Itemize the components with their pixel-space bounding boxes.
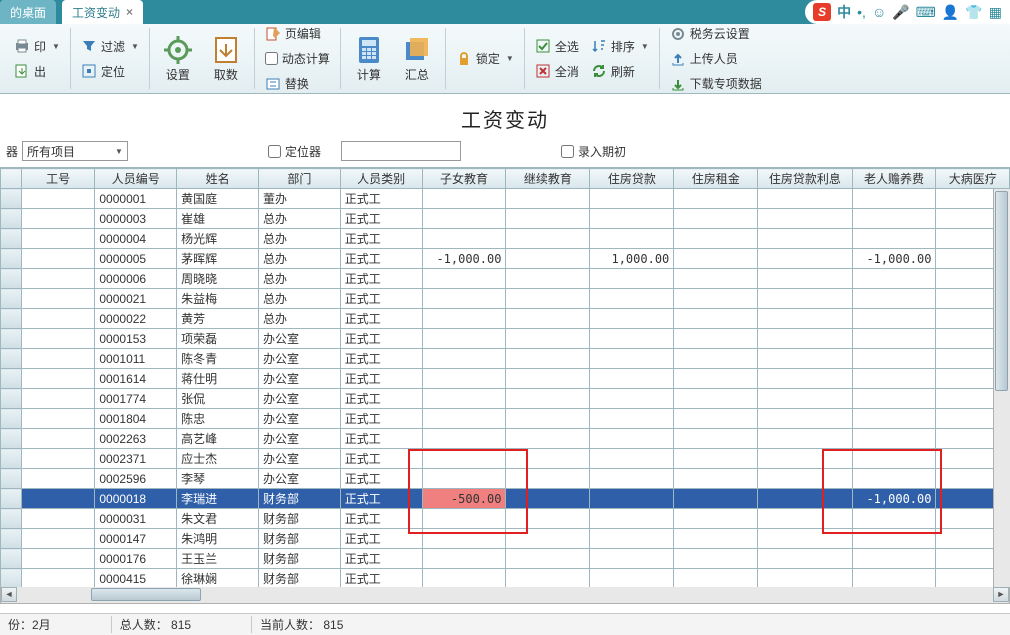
- col-header[interactable]: 老人赡养费: [852, 169, 936, 189]
- col-header[interactable]: [1, 169, 22, 189]
- table-row[interactable]: 0001011陈冬青办公室正式工: [1, 349, 1010, 369]
- table-row[interactable]: 0000022黄芳总办正式工: [1, 309, 1010, 329]
- status-total: 总人数： 815: [111, 616, 191, 633]
- table-row[interactable]: 0001804陈忠办公室正式工: [1, 409, 1010, 429]
- table-row[interactable]: 0000153项荣磊办公室正式工: [1, 329, 1010, 349]
- tab-salary-change[interactable]: 工资变动×: [62, 0, 143, 24]
- table-row[interactable]: 0000176王玉兰财务部正式工: [1, 549, 1010, 569]
- table-row[interactable]: 0000147朱鸿明财务部正式工: [1, 529, 1010, 549]
- col-header[interactable]: 大病医疗: [936, 169, 1010, 189]
- ime-shirt-icon[interactable]: 👕: [965, 4, 982, 21]
- ime-user-icon[interactable]: 👤: [942, 4, 959, 21]
- selnone-button[interactable]: 全消: [531, 61, 583, 82]
- upload-button[interactable]: 上传人员: [666, 48, 766, 69]
- sort-button[interactable]: 排序▼: [587, 36, 653, 57]
- tab-bar: 的桌面 工资变动× S 中 •, ☺ 🎤 ⌨ 👤 👕 ▦: [0, 0, 1010, 24]
- locate-button[interactable]: 定位: [77, 61, 143, 82]
- col-header[interactable]: 人员类别: [340, 169, 422, 189]
- col-header[interactable]: 工号: [21, 169, 94, 189]
- sogou-icon[interactable]: S: [813, 3, 831, 21]
- page-title: 工资变动: [0, 94, 1010, 139]
- table-row[interactable]: 0001614蒋仕明办公室正式工: [1, 369, 1010, 389]
- calc-button[interactable]: 计算: [347, 32, 391, 85]
- col-header[interactable]: 子女教育: [422, 169, 506, 189]
- table-row[interactable]: 0000004杨光辉总办正式工: [1, 229, 1010, 249]
- status-month: 份：2月: [8, 616, 51, 633]
- col-header[interactable]: 姓名: [177, 169, 259, 189]
- col-header[interactable]: 部门: [258, 169, 340, 189]
- filter-button[interactable]: 过滤▼: [77, 36, 143, 57]
- col-header[interactable]: 人员编号: [95, 169, 177, 189]
- ime-zhong[interactable]: 中: [837, 2, 851, 22]
- table-row[interactable]: 0000001黄国庭董办正式工: [1, 189, 1010, 209]
- table-row[interactable]: 0002263高艺峰办公室正式工: [1, 429, 1010, 449]
- col-header[interactable]: 住房贷款: [590, 169, 674, 189]
- table-row[interactable]: 0000005茅晖辉总办正式工-1,000.001,000.00-1,000.0…: [1, 249, 1010, 269]
- ime-emoji-icon[interactable]: ☺: [872, 4, 886, 20]
- selall-button[interactable]: 全选: [531, 36, 583, 57]
- table-row[interactable]: 0002371应士杰办公室正式工: [1, 449, 1010, 469]
- filter-label-trunc: 器: [6, 143, 18, 160]
- table-row[interactable]: 0000415徐琳娴财务部正式工: [1, 569, 1010, 589]
- fetch-button[interactable]: 取数: [204, 32, 248, 85]
- ime-mic-icon[interactable]: 🎤: [892, 4, 909, 21]
- col-header[interactable]: 继续教育: [506, 169, 590, 189]
- print-button[interactable]: 印▼: [10, 36, 64, 57]
- table-row[interactable]: 0000006周晓晓总办正式工: [1, 269, 1010, 289]
- filter-row: 器 所有项目▼ 定位器 录入期初: [0, 139, 1010, 167]
- replace-button[interactable]: 替换: [261, 73, 334, 94]
- tab-desktop[interactable]: 的桌面: [0, 0, 56, 24]
- table-row[interactable]: 0000003崔雄总办正式工: [1, 209, 1010, 229]
- locator-input[interactable]: [341, 141, 461, 161]
- status-bar: 份：2月 总人数： 815 当前人数： 815: [0, 613, 1010, 635]
- settings-button[interactable]: 设置: [156, 32, 200, 85]
- vertical-scrollbar[interactable]: [993, 189, 1010, 587]
- close-icon[interactable]: ×: [126, 5, 133, 19]
- table-row[interactable]: 0000031朱文君财务部正式工: [1, 509, 1010, 529]
- refresh-button[interactable]: 刷新: [587, 61, 653, 82]
- lock-button[interactable]: 锁定▼: [452, 48, 518, 69]
- period-checkbox[interactable]: 录入期初: [561, 143, 626, 160]
- table-row[interactable]: 0002596李琴办公室正式工: [1, 469, 1010, 489]
- ime-punct-icon[interactable]: •,: [857, 4, 866, 20]
- table-row[interactable]: 0000021朱益梅总办正式工: [1, 289, 1010, 309]
- col-header[interactable]: 住房贷款利息: [758, 169, 852, 189]
- status-current: 当前人数： 815: [251, 616, 343, 633]
- horizontal-scrollbar[interactable]: ◄►: [0, 587, 1010, 604]
- dyncalc-checkbox[interactable]: 动态计算: [261, 48, 334, 69]
- col-header[interactable]: 住房租金: [674, 169, 758, 189]
- download-button[interactable]: 下载专项数据: [666, 73, 766, 94]
- ime-toolbar: S 中 •, ☺ 🎤 ⌨ 👤 👕 ▦: [805, 0, 1010, 24]
- ribbon: 印▼ 出 过滤▼ 定位 设置 取数 页编辑 动态计算 替换 计算 汇总 锁定▼ …: [0, 24, 1010, 94]
- export-button[interactable]: 出: [10, 61, 64, 82]
- ime-keyboard-icon[interactable]: ⌨: [916, 4, 936, 21]
- ime-grid-icon[interactable]: ▦: [989, 4, 1002, 21]
- item-combobox[interactable]: 所有项目▼: [22, 141, 128, 161]
- pageedit-button[interactable]: 页编辑: [261, 23, 334, 44]
- data-grid[interactable]: 工号人员编号姓名部门人员类别子女教育继续教育住房贷款住房租金住房贷款利息老人赡养…: [0, 167, 1010, 587]
- table-row[interactable]: 0000018李瑞进财务部正式工-500.00-1,000.00: [1, 489, 1010, 509]
- locator-checkbox[interactable]: 定位器: [268, 143, 321, 160]
- tax-button[interactable]: 税务云设置: [666, 23, 766, 44]
- summary-button[interactable]: 汇总: [395, 32, 439, 85]
- table-row[interactable]: 0001774张侃办公室正式工: [1, 389, 1010, 409]
